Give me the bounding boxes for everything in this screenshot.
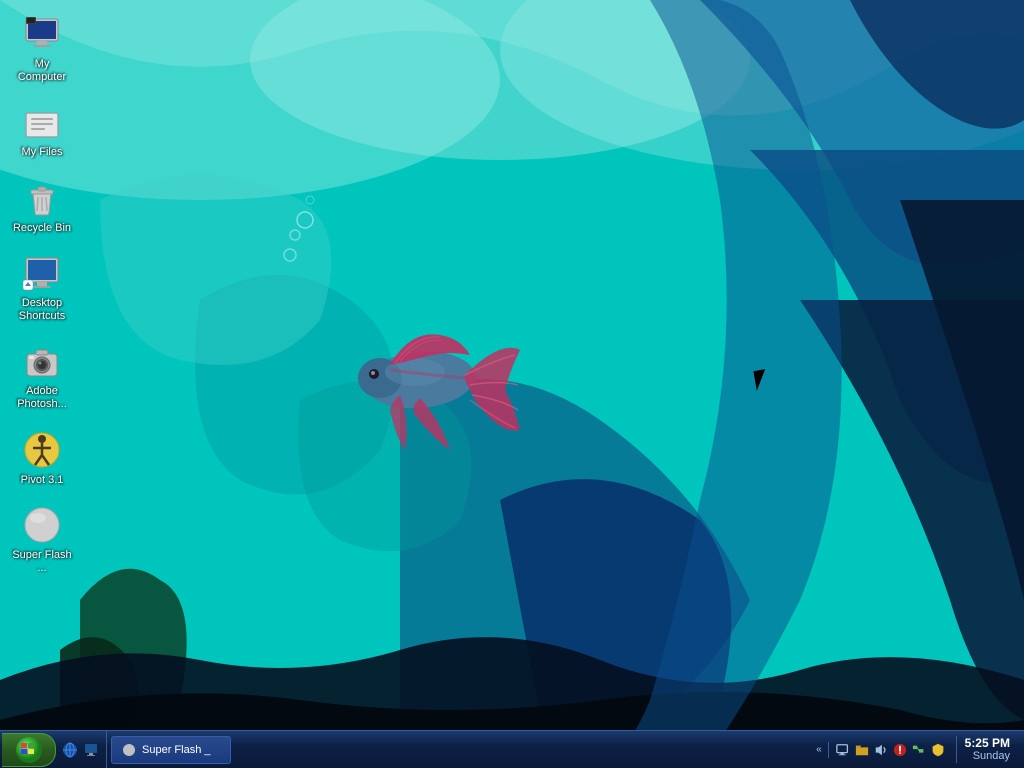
desktop-shortcuts-icon[interactable]: Desktop Shortcuts (5, 249, 79, 327)
ql-ie-icon[interactable] (60, 740, 80, 760)
adobe-photoshop-icon-img (22, 341, 62, 381)
ql-desktop-icon[interactable] (82, 740, 102, 760)
adobe-photoshop-icon[interactable]: Adobe Photosh... (5, 337, 79, 415)
my-files-icon[interactable]: My Files (5, 98, 79, 163)
clock-time: 5:25 PM (965, 736, 1010, 750)
tray-network-icon[interactable] (911, 742, 927, 758)
super-flash-icon-img (22, 505, 62, 545)
desktop-shortcuts-label: Desktop Shortcuts (9, 297, 75, 323)
my-files-label: My Files (22, 146, 63, 159)
desktop-icons: My Computer My Files (5, 10, 79, 579)
tray-expand-icon[interactable]: « (814, 744, 824, 755)
recycle-bin-label: Recycle Bin (13, 222, 71, 235)
super-flash-label: Super Flash ... (9, 549, 75, 575)
tray-volume-icon[interactable] (873, 742, 889, 758)
super-flash-taskbar-item[interactable]: Super Flash _ (111, 736, 231, 764)
my-computer-icon-img (22, 14, 62, 54)
tray-icons-area (828, 742, 952, 758)
clock[interactable]: 5:25 PM Sunday (956, 736, 1018, 764)
taskbar-item-icon (122, 743, 136, 757)
tray-folder-icon[interactable] (854, 742, 870, 758)
background-svg (0, 0, 1024, 768)
my-computer-icon[interactable]: My Computer (5, 10, 79, 88)
taskbar-middle: Super Flash _ (107, 736, 808, 764)
my-computer-label: My Computer (9, 58, 75, 84)
taskbar-item-label: Super Flash _ (142, 744, 210, 756)
system-tray: « (808, 731, 1024, 768)
desktop: My Computer My Files (0, 0, 1024, 768)
desktop-shortcuts-icon-img (22, 253, 62, 293)
my-files-icon-img (22, 102, 62, 142)
start-button[interactable] (2, 733, 56, 767)
pivot-icon-img (22, 430, 62, 470)
taskbar: Super Flash _ « (0, 730, 1024, 768)
quick-launch (56, 731, 107, 768)
tray-security-icon[interactable] (930, 742, 946, 758)
recycle-bin-icon[interactable]: Recycle Bin (5, 174, 79, 239)
recycle-bin-icon-img (22, 178, 62, 218)
tray-alert-icon[interactable] (892, 742, 908, 758)
clock-day: Sunday (973, 750, 1010, 763)
pivot-label: Pivot 3.1 (21, 474, 64, 487)
pivot-icon[interactable]: Pivot 3.1 (5, 426, 79, 491)
adobe-photoshop-label: Adobe Photosh... (9, 385, 75, 411)
tray-display-icon[interactable] (835, 742, 851, 758)
super-flash-icon[interactable]: Super Flash ... (5, 501, 79, 579)
windows-logo-icon (15, 736, 43, 764)
